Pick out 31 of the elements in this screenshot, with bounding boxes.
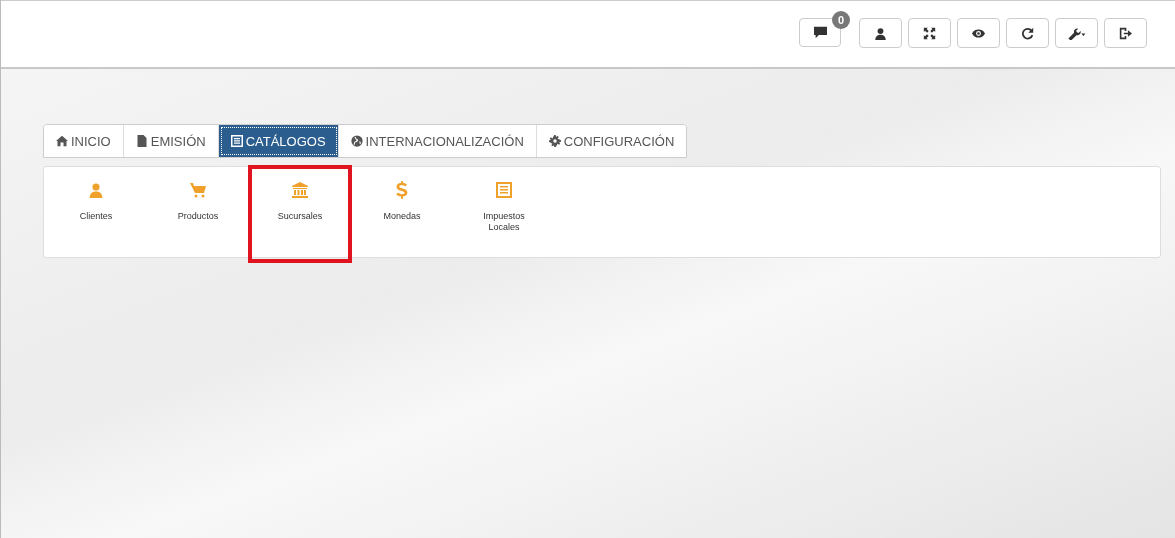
user-button[interactable] [859, 18, 902, 48]
nav-tab[interactable]: CATÁLOGOS [218, 125, 339, 157]
refresh-button[interactable] [1006, 18, 1049, 48]
list-icon [496, 181, 512, 199]
wrench-button[interactable] [1055, 18, 1098, 48]
catalog-item[interactable]: Monedas [352, 167, 452, 257]
notification-badge: 0 [832, 11, 850, 29]
logout-icon [1119, 26, 1132, 40]
nav-tab[interactable]: INICIO [44, 125, 124, 157]
fullscreen-button[interactable] [908, 18, 951, 48]
chat-icon [813, 26, 827, 39]
fullscreen-icon [923, 26, 936, 40]
user-icon [874, 26, 887, 40]
dollar-icon [394, 181, 410, 199]
catalog-item[interactable]: Impuestos Locales [454, 167, 554, 257]
eye-icon [972, 26, 985, 40]
globe-icon [350, 135, 363, 147]
catalog-item[interactable]: Productos [148, 167, 248, 257]
logout-button[interactable] [1104, 18, 1147, 48]
list-icon [230, 135, 243, 147]
wrench-icon [1067, 26, 1086, 40]
catalog-item[interactable]: Clientes [46, 167, 146, 257]
user-icon [88, 181, 104, 199]
refresh-icon [1021, 26, 1034, 40]
eye-button[interactable] [957, 18, 1000, 48]
bank-icon [292, 181, 308, 199]
home-icon [56, 135, 68, 147]
cart-icon [190, 181, 206, 199]
file-icon [135, 135, 148, 147]
gear-icon [548, 135, 561, 147]
catalog-item[interactable]: Sucursales [250, 167, 350, 261]
